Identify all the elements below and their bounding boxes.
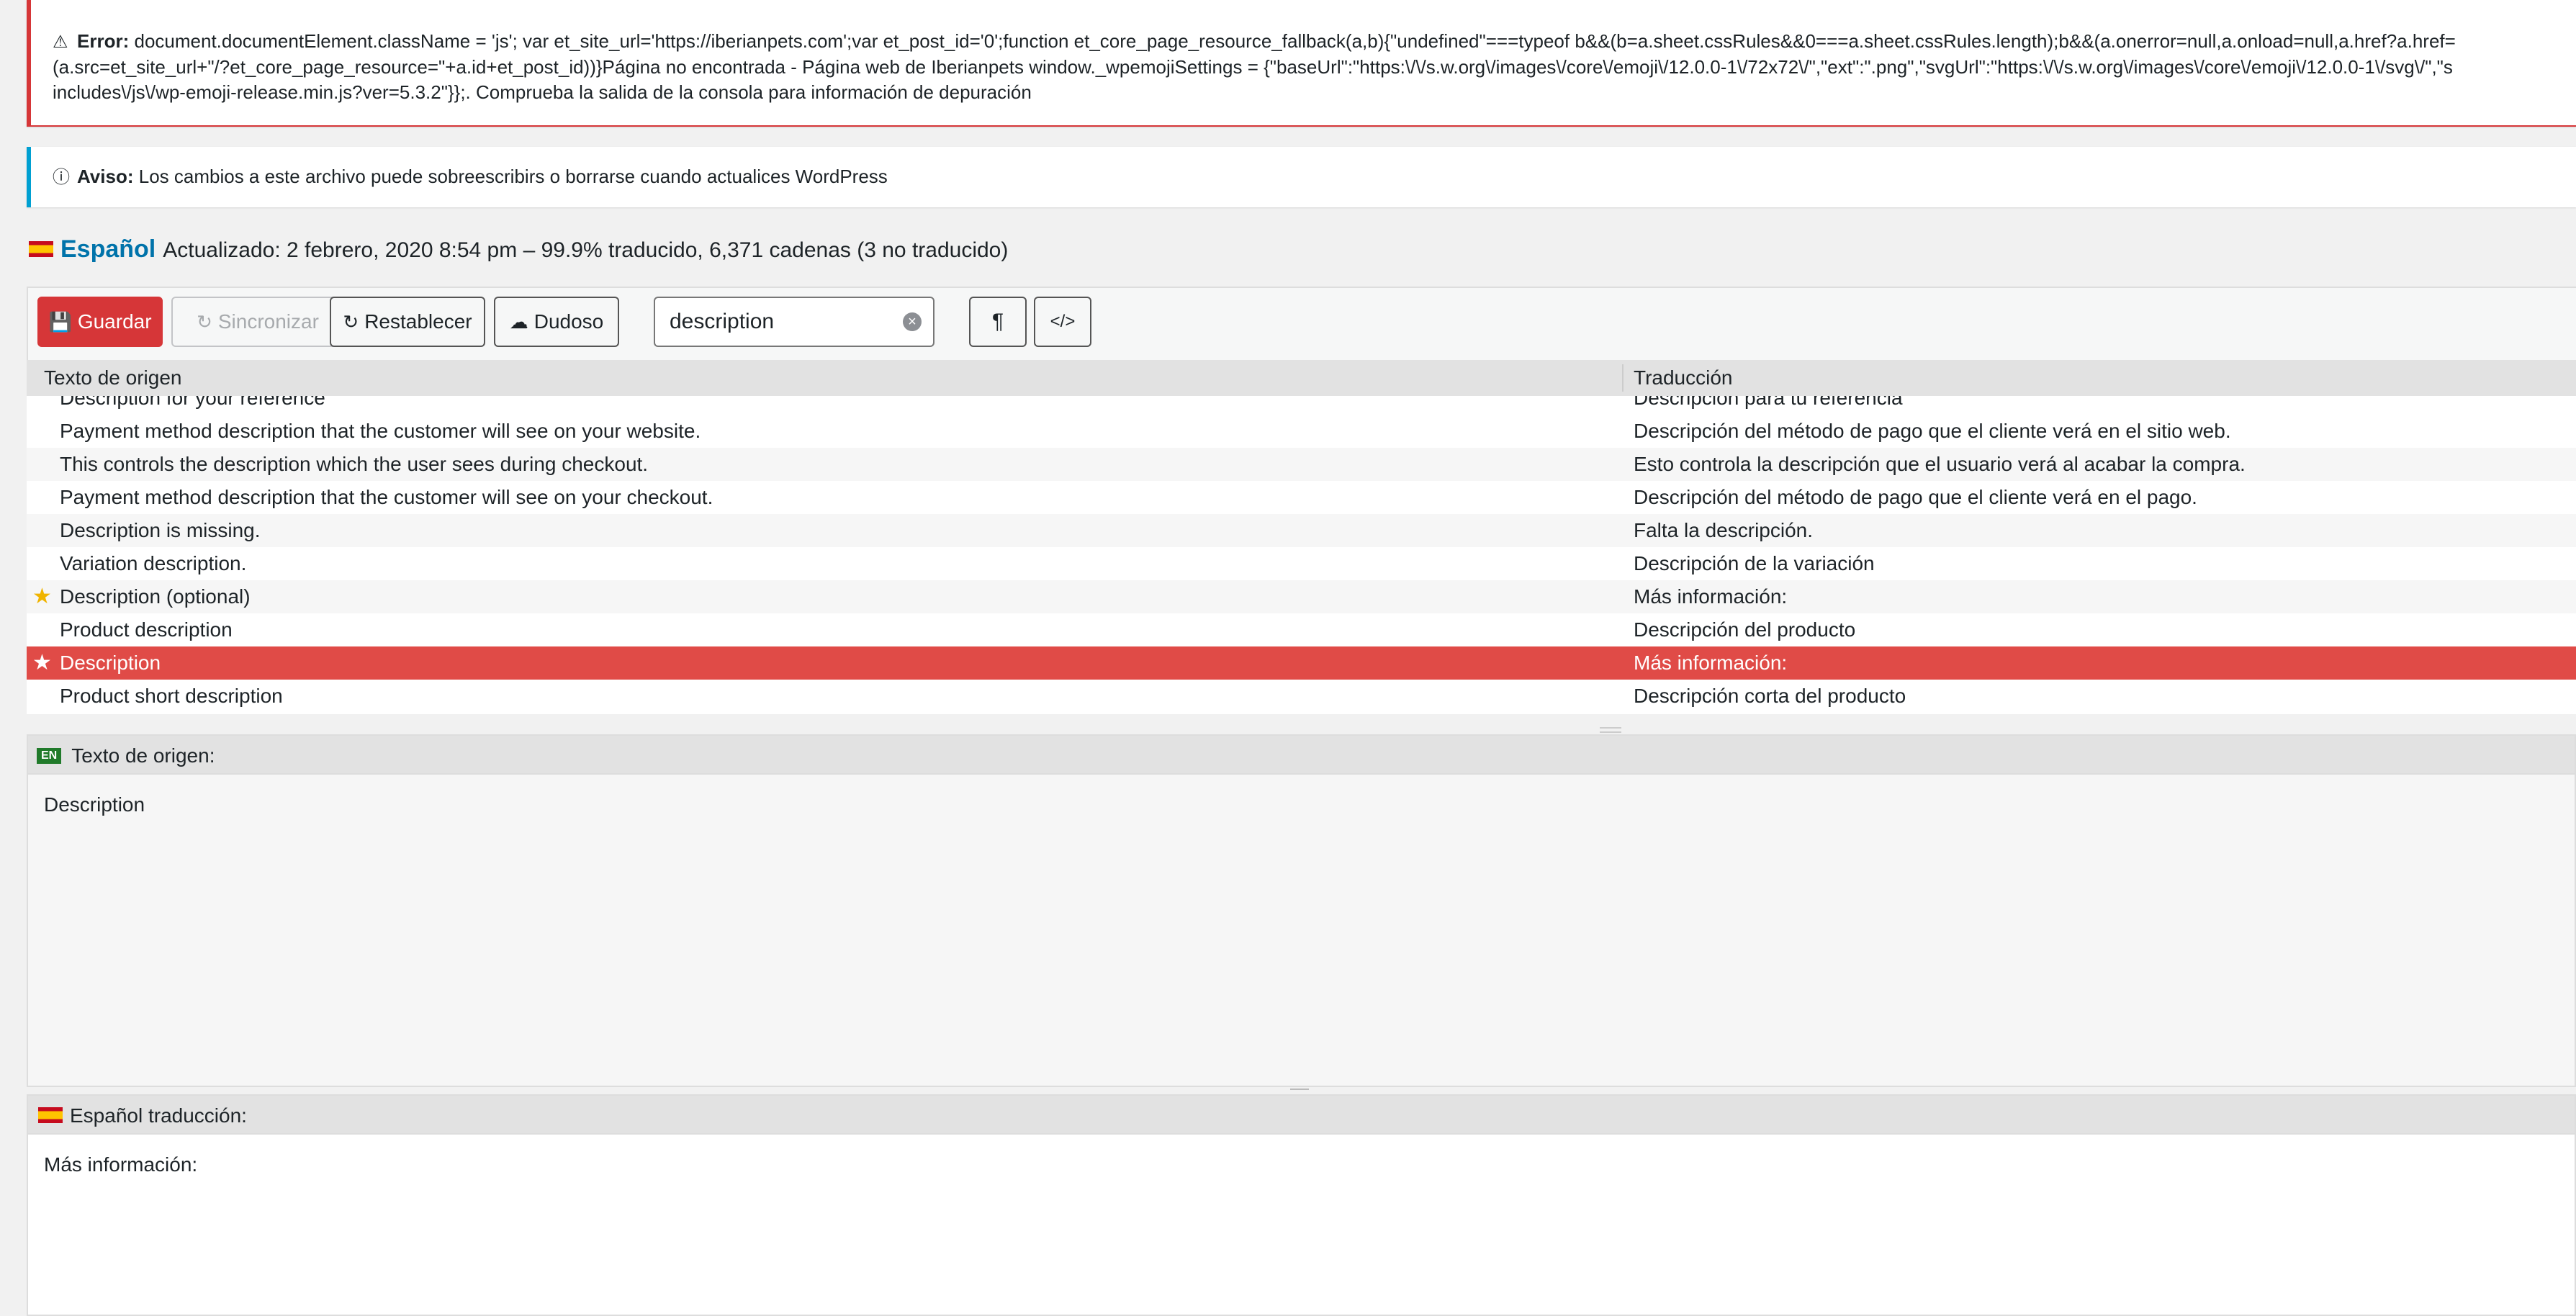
error-label: Error: — [77, 30, 130, 52]
table-row[interactable]: ★ Description (optional) Más información: — [27, 580, 2576, 613]
column-source-header[interactable]: Texto de origen — [44, 360, 181, 396]
translation-panel-title: Español traducción: — [70, 1104, 247, 1127]
list-resize-handle[interactable] — [1600, 727, 1621, 733]
source-panel-title: Texto de origen: — [71, 744, 215, 767]
info-text: Los cambios a este archivo puede sobrees… — [138, 166, 888, 187]
toggle-invisibles-button[interactable]: ¶ — [969, 297, 1027, 347]
info-icon: ⓘ — [53, 168, 70, 187]
error-notice: ⚠ Error: document.documentElement.classNa… — [27, 0, 2576, 127]
column-divider[interactable] — [1622, 364, 1623, 392]
table-row[interactable]: Description is missing. Falta la descripc… — [27, 514, 2576, 547]
locale-status: Actualizado: 2 febrero, 2020 8:54 pm – 9… — [163, 238, 1009, 262]
toggle-code-button[interactable]: </> — [1034, 297, 1091, 347]
translation-panel-header: Español traducción: — [27, 1094, 2576, 1135]
revert-button[interactable]: ↻ Restablecer — [330, 297, 485, 347]
error-text-line-1: document.documentElement.className = 'js… — [134, 30, 2456, 52]
table-row[interactable]: Payment method description that the cust… — [27, 415, 2576, 448]
spain-flag-icon — [38, 1107, 63, 1123]
error-text-line-3: includes\/js\/wp-emoji-release.min.js?ve… — [53, 81, 1032, 103]
locale-heading: Español Actualizado: 2 febrero, 2020 8:54… — [29, 229, 1008, 271]
translation-textarea[interactable]: Más información: — [27, 1135, 2576, 1316]
language-tag: EN — [37, 747, 62, 764]
locale-name-link[interactable]: Español — [60, 235, 156, 263]
search-input[interactable]: description × — [654, 297, 935, 347]
table-row[interactable]: This controls the description which the … — [27, 448, 2576, 481]
table-row[interactable]: Payment method description that the cust… — [27, 481, 2576, 514]
editor-toolbar: 💾 Guardar ↻ Sincronizar ↻ Restablecer ☁ Dudo… — [27, 287, 2576, 361]
revert-icon: ↻ — [343, 311, 359, 333]
info-notice: ⓘ Aviso: Los cambios a este archivo puede… — [27, 147, 2576, 207]
string-list: Description for your reference Descripció… — [27, 396, 2576, 714]
save-icon: 💾 — [48, 311, 72, 333]
table-row[interactable]: Description for your reference Descripció… — [27, 396, 2576, 415]
info-label: Aviso: — [77, 166, 134, 187]
spain-flag-icon — [29, 241, 53, 258]
table-row[interactable]: Variation description. Descripción de la … — [27, 547, 2576, 580]
fuzzy-button[interactable]: ☁ Dudoso — [494, 297, 619, 347]
list-header: Texto de origen Traducción — [27, 360, 2576, 396]
sync-button[interactable]: ↻ Sincronizar — [171, 297, 344, 347]
star-icon: ★ — [32, 651, 52, 675]
source-text-area: Description — [27, 775, 2576, 1087]
refresh-icon: ↻ — [197, 311, 212, 333]
cloud-icon: ☁ — [509, 311, 528, 333]
error-text-line-2: (a.src=et_site_url+"/?et_core_page_resou… — [53, 56, 2453, 78]
table-row[interactable]: Product short description Descripción cor… — [27, 680, 2576, 713]
warning-icon: ⚠ — [53, 32, 68, 52]
save-button[interactable]: 💾 Guardar — [37, 297, 163, 347]
table-row[interactable]: Product description Descripción del produ… — [27, 613, 2576, 646]
clear-search-icon[interactable]: × — [903, 312, 922, 331]
column-translation-header[interactable]: Traducción — [1634, 360, 1732, 396]
star-icon: ★ — [32, 585, 52, 608]
source-panel-header: EN Texto de origen: — [27, 734, 2576, 775]
table-row-selected[interactable]: ★ Description Más información: — [27, 646, 2576, 680]
